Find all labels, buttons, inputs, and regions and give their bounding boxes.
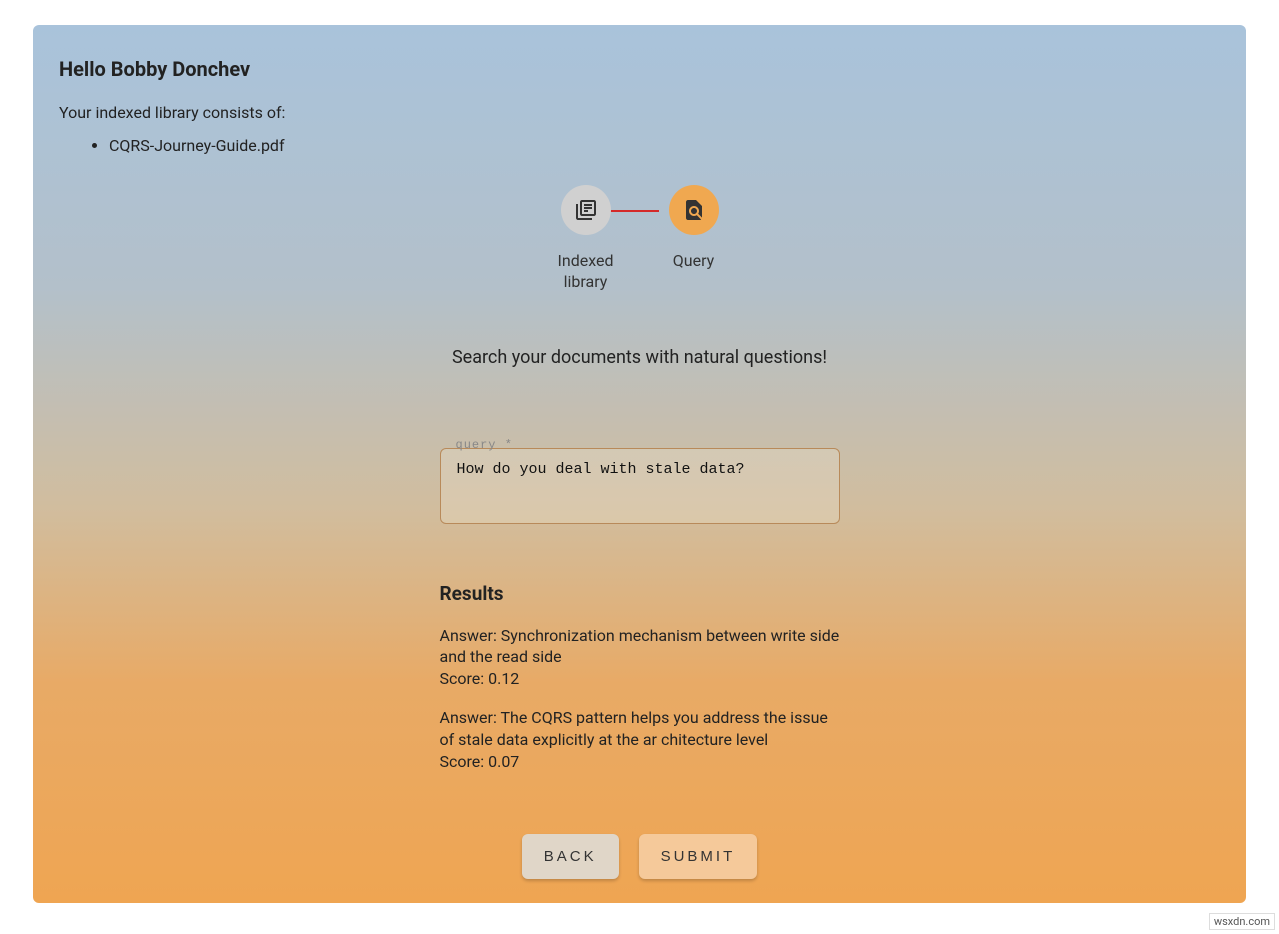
results-block: Results Answer: Synchronization mechanis… [440,582,840,773]
main-card: Hello Bobby Donchev Your indexed library… [33,25,1246,903]
step-label: Query [673,251,714,272]
result-score: Score: 0.12 [440,668,840,690]
result-answer: Answer: Synchronization mechanism betwee… [440,625,840,668]
result-score: Score: 0.07 [440,751,840,773]
result-item: Answer: The CQRS pattern helps you addre… [440,707,840,772]
intro-text: Your indexed library consists of: [49,103,1230,122]
step-query[interactable]: Query [659,185,729,272]
back-button[interactable]: BACK [522,834,619,879]
file-item: CQRS-Journey-Guide.pdf [109,136,1230,155]
step-label: Indexed library [551,251,621,293]
search-prompt: Search your documents with natural quest… [49,347,1230,368]
submit-button[interactable]: SUBMIT [639,834,758,879]
results-title: Results [440,582,840,605]
watermark: wsxdn.com [1209,913,1275,930]
result-answer: Answer: The CQRS pattern helps you addre… [440,707,840,750]
query-block: query * [440,448,840,528]
stepper: Indexed library Query [49,185,1230,293]
library-icon [561,185,611,235]
file-list: CQRS-Journey-Guide.pdf [49,136,1230,155]
query-input[interactable] [440,448,840,524]
step-indexed-library[interactable]: Indexed library [551,185,621,293]
greeting-heading: Hello Bobby Donchev [49,57,1230,81]
result-item: Answer: Synchronization mechanism betwee… [440,625,840,690]
button-row: BACK SUBMIT [49,834,1230,879]
stepper-connector [609,210,659,212]
find-in-page-icon [669,185,719,235]
query-label: query * [456,438,513,452]
